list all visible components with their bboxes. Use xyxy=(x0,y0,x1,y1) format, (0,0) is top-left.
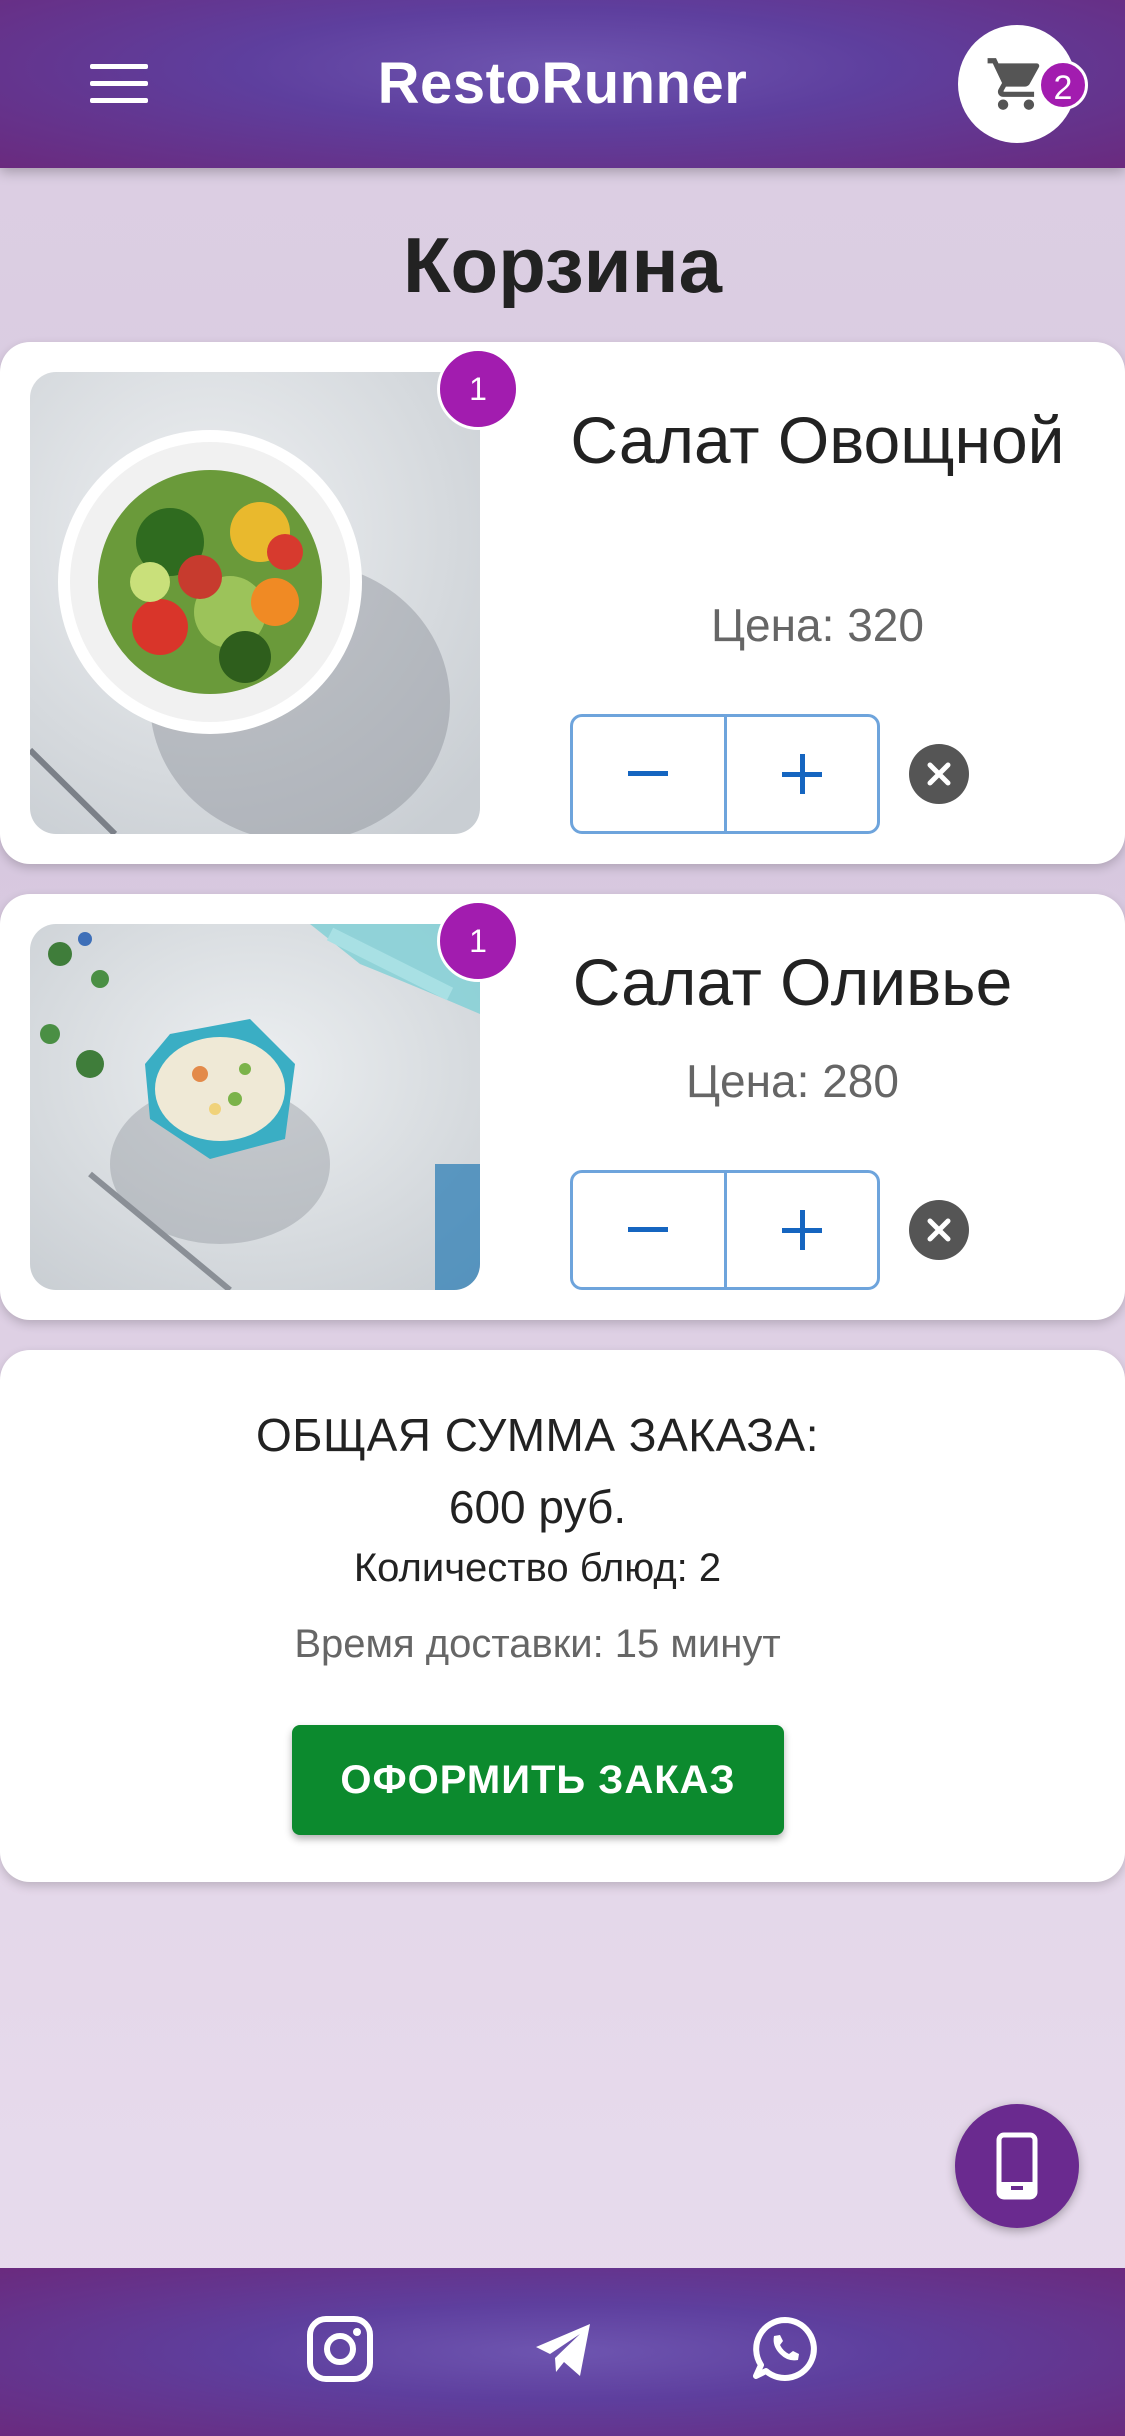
app-header: RestoRunner 2 xyxy=(0,0,1125,168)
item-name: Салат Овощной xyxy=(570,403,1065,477)
increase-button[interactable] xyxy=(727,717,878,831)
close-icon xyxy=(927,762,951,786)
remove-item-button[interactable] xyxy=(909,1200,969,1260)
telegram-icon[interactable] xyxy=(528,2314,598,2384)
quantity-badge: 1 xyxy=(437,348,519,430)
item-name: Салат Оливье xyxy=(572,945,1013,1019)
whatsapp-icon[interactable] xyxy=(750,2314,820,2384)
vegetable-salad-image xyxy=(30,372,480,834)
olivier-salad-image xyxy=(30,924,480,1290)
decrease-button[interactable] xyxy=(573,1173,727,1287)
quantity-stepper xyxy=(570,1170,880,1290)
remove-item-button[interactable] xyxy=(909,744,969,804)
quantity-stepper xyxy=(570,714,880,834)
cart-item-card: 1 Салат Овощной Цена: 320 xyxy=(0,342,1125,864)
app-footer xyxy=(0,2268,1125,2436)
place-order-button[interactable]: ОФОРМИТЬ ЗАКАЗ xyxy=(292,1725,784,1835)
item-price: Цена: 320 xyxy=(711,599,924,651)
cart-button[interactable]: 2 xyxy=(958,25,1088,143)
minus-icon xyxy=(628,771,669,776)
cart-count-badge: 2 xyxy=(1038,60,1088,110)
page-title: Корзина xyxy=(402,221,723,309)
order-summary-card: ОБЩАЯ СУММА ЗАКАЗА: 600 руб. Количество … xyxy=(0,1350,1125,1882)
cart-item-card: 1 Салат Оливье Цена: 280 xyxy=(0,894,1125,1320)
total-value: 600 руб. xyxy=(448,1481,627,1533)
close-icon xyxy=(927,1218,951,1242)
decrease-button[interactable] xyxy=(573,717,727,831)
plus-icon xyxy=(781,754,822,794)
dish-count: Количество блюд: 2 xyxy=(353,1546,722,1590)
phone-icon xyxy=(996,2132,1038,2200)
instagram-icon[interactable] xyxy=(305,2314,375,2384)
item-price: Цена: 280 xyxy=(686,1055,899,1107)
total-label: ОБЩАЯ СУММА ЗАКАЗА: xyxy=(256,1409,819,1461)
call-button[interactable] xyxy=(955,2104,1079,2228)
app-title: RestoRunner xyxy=(377,51,748,116)
minus-icon xyxy=(628,1227,669,1232)
increase-button[interactable] xyxy=(727,1173,878,1287)
plus-icon xyxy=(781,1210,822,1250)
delivery-time: Время доставки: 15 минут xyxy=(294,1622,781,1666)
